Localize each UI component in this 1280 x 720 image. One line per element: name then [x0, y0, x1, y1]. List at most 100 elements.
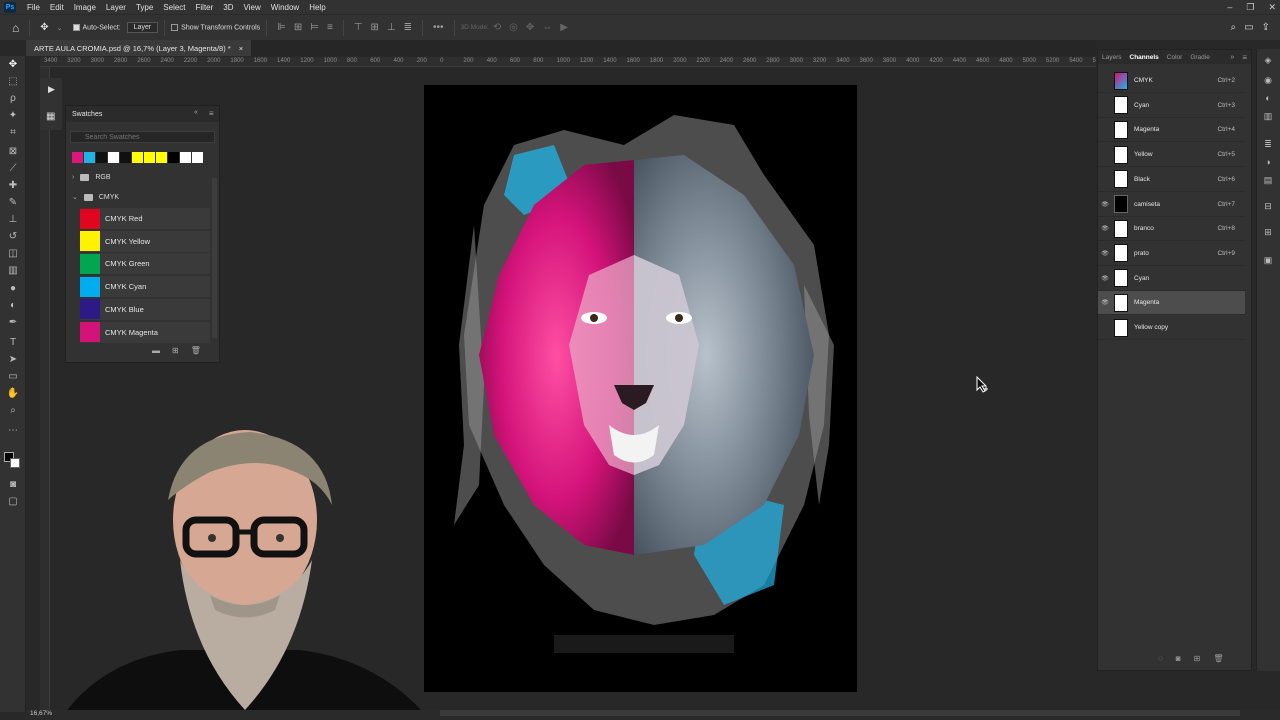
- recent-swatch[interactable]: [168, 152, 179, 163]
- chevron-right-icon[interactable]: ›: [72, 174, 74, 181]
- delete-channel-icon[interactable]: 🗑: [1213, 654, 1223, 663]
- share-icon[interactable]: ⇪: [1262, 22, 1270, 33]
- tab-gradients[interactable]: Gradie: [1186, 54, 1214, 61]
- home-icon[interactable]: ⌂: [12, 21, 19, 35]
- lasso-tool-icon[interactable]: ρ: [6, 92, 20, 106]
- menu-file[interactable]: File: [22, 3, 45, 12]
- chevron-down-icon[interactable]: ⌄: [57, 24, 63, 32]
- zoom-tool-icon[interactable]: ⌕: [6, 404, 20, 418]
- channel-row[interactable]: 👁 Cyan: [1098, 267, 1245, 291]
- frame-tool-icon[interactable]: ⊠: [6, 145, 20, 159]
- magic-wand-icon[interactable]: ✦: [6, 109, 20, 123]
- pen-tool-icon[interactable]: ✒: [6, 316, 20, 330]
- more-tools-icon[interactable]: ⋯: [6, 424, 20, 438]
- 3d-rotate-icon[interactable]: ⟲: [493, 22, 501, 33]
- eyedropper-icon[interactable]: ⟋: [6, 162, 20, 176]
- close-document-icon[interactable]: ×: [239, 44, 243, 53]
- move-tool-icon[interactable]: ✥: [40, 22, 48, 33]
- more-options-icon[interactable]: •••: [433, 22, 444, 33]
- recent-swatch[interactable]: [108, 152, 119, 163]
- libraries-icon[interactable]: ◑: [1262, 157, 1274, 169]
- collapse-icon[interactable]: »: [1226, 54, 1238, 61]
- history-brush-icon[interactable]: ↺: [6, 230, 20, 244]
- screen-mode-icon[interactable]: ▢: [6, 495, 20, 509]
- channel-row[interactable]: Black Ctrl+6: [1098, 168, 1245, 192]
- auto-select-dropdown[interactable]: Layer: [126, 22, 159, 33]
- save-selection-icon[interactable]: ◙: [1176, 654, 1181, 663]
- tab-color[interactable]: Color: [1163, 54, 1187, 61]
- recent-swatch[interactable]: [144, 152, 155, 163]
- menu-view[interactable]: View: [239, 3, 266, 12]
- tab-channels[interactable]: Channels: [1126, 54, 1163, 61]
- panel-menu-icon[interactable]: ≡: [1238, 53, 1251, 62]
- align-right-icon[interactable]: ⊨: [310, 22, 319, 33]
- recent-swatch[interactable]: [84, 152, 95, 163]
- align-top-icon[interactable]: ⊤: [354, 22, 363, 33]
- swatch-row[interactable]: CMYK Yellow: [80, 230, 210, 252]
- clone-stamp-icon[interactable]: ⊥: [6, 213, 20, 227]
- adjustments-icon[interactable]: ≣: [1262, 139, 1274, 151]
- paths-icon[interactable]: ⊞: [1262, 227, 1274, 239]
- auto-select-checkbox[interactable]: Auto-Select:: [72, 23, 121, 31]
- group-cmyk[interactable]: ⌄ CMYK: [72, 193, 119, 201]
- brush-tool-icon[interactable]: ✎: [6, 196, 20, 210]
- 3d-roll-icon[interactable]: ◎: [509, 22, 518, 33]
- menu-edit[interactable]: Edit: [45, 3, 69, 12]
- 3d-scale-icon[interactable]: ▶: [560, 22, 568, 33]
- actions-play-icon[interactable]: ▶: [48, 84, 55, 95]
- zoom-level[interactable]: 16,67%: [30, 710, 52, 717]
- swatches-grid-icon[interactable]: ▦: [46, 111, 55, 122]
- crop-tool-icon[interactable]: ⌗: [6, 126, 20, 140]
- visibility-eye-icon[interactable]: 👁: [1098, 225, 1112, 232]
- hand-tool-icon[interactable]: ✋: [6, 387, 20, 401]
- horizontal-ruler[interactable]: 3400 3200 3000 2800 2600 2400 2200 2000 1800 1600…: [40, 57, 1096, 67]
- load-selection-icon[interactable]: ◌: [1158, 654, 1163, 663]
- 3d-pan-icon[interactable]: ✥: [526, 22, 534, 33]
- marquee-tool-icon[interactable]: ⬚: [6, 75, 20, 89]
- dodge-tool-icon[interactable]: ◐: [6, 299, 20, 313]
- visibility-eye-icon[interactable]: 👁: [1098, 299, 1112, 306]
- new-group-icon[interactable]: ▬: [152, 346, 160, 355]
- swatches-scrollbar[interactable]: [212, 178, 217, 338]
- recent-swatch[interactable]: [132, 152, 143, 163]
- restore-icon[interactable]: ❐: [1246, 2, 1254, 13]
- swatch-row[interactable]: CMYK Blue: [80, 298, 210, 320]
- blur-tool-icon[interactable]: ●: [6, 282, 20, 296]
- new-channel-icon[interactable]: ⊞: [1194, 654, 1201, 663]
- swatches-title[interactable]: Swatches: [72, 111, 102, 118]
- recent-swatch[interactable]: [180, 152, 191, 163]
- channel-row[interactable]: 👁 Magenta: [1098, 291, 1245, 316]
- new-swatch-icon[interactable]: ⊞: [172, 346, 179, 355]
- delete-icon[interactable]: 🗑: [191, 346, 201, 355]
- transform-controls-checkbox[interactable]: Show Transform Controls: [171, 23, 260, 31]
- menu-image[interactable]: Image: [69, 3, 101, 12]
- minimize-icon[interactable]: –: [1227, 2, 1232, 12]
- menu-3d[interactable]: 3D: [218, 3, 238, 12]
- search-icon[interactable]: ⌕: [1231, 22, 1237, 33]
- history-icon[interactable]: ▣: [1262, 255, 1274, 267]
- workspace-icon[interactable]: ▭: [1244, 22, 1253, 33]
- horizontal-scrollbar[interactable]: [440, 710, 1240, 716]
- swatch-row[interactable]: CMYK Cyan: [80, 276, 210, 298]
- channel-row[interactable]: 👁 prato Ctrl+9: [1098, 242, 1245, 266]
- channel-row[interactable]: 👁 branco Ctrl+8: [1098, 217, 1245, 242]
- visibility-eye-icon[interactable]: 👁: [1098, 250, 1112, 257]
- channel-row[interactable]: Yellow Ctrl+5: [1098, 143, 1245, 168]
- swatch-row[interactable]: CMYK Green: [80, 253, 210, 275]
- align-middle-icon[interactable]: ⊞: [371, 22, 379, 33]
- quick-mask-icon[interactable]: ◙: [6, 478, 20, 492]
- properties-icon[interactable]: ⊟: [1262, 201, 1274, 213]
- menu-layer[interactable]: Layer: [101, 3, 131, 12]
- align-bottom-icon[interactable]: ⊥: [387, 22, 396, 33]
- color-wheel-icon[interactable]: ◉: [1262, 75, 1274, 87]
- collapse-icon[interactable]: «: [194, 109, 198, 116]
- close-icon[interactable]: ✕: [1268, 2, 1276, 13]
- align-left-icon[interactable]: ⊫: [277, 22, 286, 33]
- brush-settings-icon[interactable]: ◐: [1262, 93, 1274, 105]
- recent-swatch[interactable]: [156, 152, 167, 163]
- menu-filter[interactable]: Filter: [191, 3, 219, 12]
- recent-swatch[interactable]: [192, 152, 203, 163]
- recent-swatch[interactable]: [96, 152, 107, 163]
- distribute-vertical-icon[interactable]: ≣: [404, 22, 412, 33]
- recent-swatch[interactable]: [120, 152, 131, 163]
